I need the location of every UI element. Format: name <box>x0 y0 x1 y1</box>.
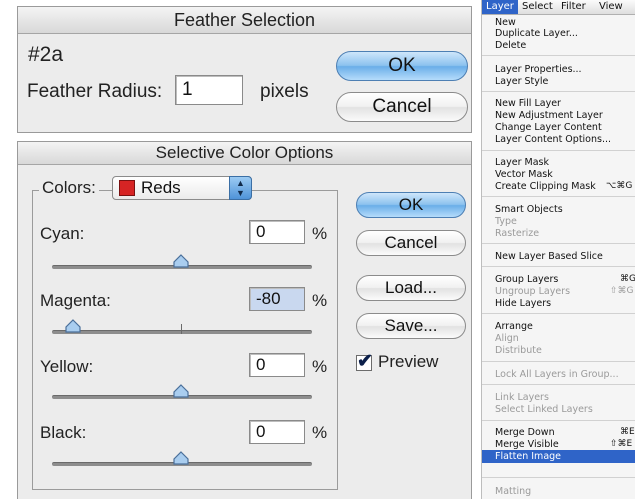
selective-ok-button[interactable]: OK <box>356 192 466 218</box>
menu-item-duplicate-layer[interactable]: Duplicate Layer... <box>495 28 578 39</box>
selective-color-dialog: Selective Color Options Colors: Reds ▲ ▼ … <box>17 141 472 499</box>
magenta-input[interactable]: -80 <box>249 287 305 311</box>
feather-radius-label: Feather Radius: <box>27 81 163 102</box>
feather-radius-input[interactable]: 1 <box>175 75 243 105</box>
menu-item-new-fill-layer[interactable]: New Fill Layer <box>495 98 561 109</box>
menu-item-smart-objects[interactable]: Smart Objects <box>495 204 563 215</box>
menu-item-type[interactable]: Type <box>495 216 517 227</box>
menu-item-new-layer-based-slice[interactable]: New Layer Based Slice <box>495 251 603 262</box>
cyan-input[interactable]: 0 <box>249 220 305 244</box>
menu-item-distribute[interactable]: Distribute <box>495 345 542 356</box>
menu-item-create-clipping-mask[interactable]: Create Clipping Mask <box>495 181 596 192</box>
yellow-label: Yellow: <box>40 357 94 376</box>
menu-item-layer-mask[interactable]: Layer Mask <box>495 157 549 168</box>
yellow-input[interactable]: 0 <box>249 353 305 377</box>
preview-checkbox[interactable]: ✔ <box>356 351 373 372</box>
feather-dialog-title: Feather Selection <box>18 7 471 34</box>
magenta-label: Magenta: <box>40 291 111 310</box>
black-percent: % <box>312 423 328 442</box>
menubar-layer[interactable]: Layer <box>482 0 518 14</box>
menu-separator <box>482 313 635 314</box>
menu-item-vector-mask[interactable]: Vector Mask <box>495 169 553 180</box>
shortcut-merge-visible: ⇧⌘E <box>610 439 633 449</box>
shortcut-ungroup-layers: ⇧⌘G <box>610 286 634 296</box>
color-swatch <box>119 180 135 196</box>
menu-item-delete[interactable]: Delete <box>495 40 526 51</box>
menu-item-layer-content-options[interactable]: Layer Content Options... <box>495 134 611 145</box>
menu-item-new-adjustment-layer[interactable]: New Adjustment Layer <box>495 110 603 121</box>
magenta-slider-track[interactable] <box>52 330 312 334</box>
yellow-slider-thumb[interactable] <box>173 384 189 398</box>
menu-item-layer-properties[interactable]: Layer Properties... <box>495 64 582 75</box>
black-input[interactable]: 0 <box>249 420 305 444</box>
layer-menu: Layer Select Filter View New Duplicate L… <box>481 0 635 499</box>
menu-item-group-layers[interactable]: Group Layers <box>495 274 558 285</box>
menu-separator <box>482 55 635 56</box>
step-label: #2a <box>28 43 64 66</box>
pixels-unit-label: pixels <box>260 81 309 102</box>
menu-separator <box>482 420 635 421</box>
colors-dropdown-value: Reds <box>141 178 181 197</box>
load-button[interactable]: Load... <box>356 275 466 301</box>
menu-item-select-linked-layers[interactable]: Select Linked Layers <box>495 404 593 415</box>
menu-separator <box>482 361 635 362</box>
save-button[interactable]: Save... <box>356 313 466 339</box>
feather-cancel-button[interactable]: Cancel <box>336 92 468 122</box>
shortcut-merge-down: ⌘E <box>620 427 635 437</box>
menu-item-arrange[interactable]: Arrange <box>495 321 533 332</box>
menu-separator <box>482 477 635 478</box>
menu-item-change-layer-content[interactable]: Change Layer Content <box>495 122 602 133</box>
menu-item-rasterize[interactable]: Rasterize <box>495 228 539 239</box>
menu-item-ungroup-layers[interactable]: Ungroup Layers <box>495 286 570 297</box>
dropdown-arrows-icon: ▲ ▼ <box>229 176 252 200</box>
menu-separator <box>482 150 635 151</box>
magenta-percent: % <box>312 291 328 310</box>
menubar-view[interactable]: View <box>599 1 623 12</box>
black-slider-thumb[interactable] <box>173 451 189 465</box>
menu-item-align[interactable]: Align <box>495 333 519 344</box>
menubar-select[interactable]: Select <box>522 1 553 12</box>
menu-item-lock-all-layers[interactable]: Lock All Layers in Group... <box>495 369 619 380</box>
menu-item-link-layers[interactable]: Link Layers <box>495 392 549 403</box>
selective-dialog-title: Selective Color Options <box>18 142 471 165</box>
menu-item-matting[interactable]: Matting <box>495 486 531 497</box>
cyan-percent: % <box>312 224 328 243</box>
menu-item-flatten-image[interactable]: Flatten Image <box>495 451 561 462</box>
colors-dropdown[interactable]: Reds ▲ ▼ <box>112 176 252 200</box>
menubar: Layer Select Filter View <box>482 0 635 15</box>
feather-selection-dialog: Feather Selection #2a Feather Radius: 1 … <box>17 6 472 133</box>
menubar-filter[interactable]: Filter <box>561 1 586 12</box>
shortcut-create-clipping-mask: ⌥⌘G <box>606 181 633 191</box>
preview-label: Preview <box>378 352 439 371</box>
menu-separator <box>482 196 635 197</box>
feather-ok-button[interactable]: OK <box>336 51 468 81</box>
selective-cancel-button[interactable]: Cancel <box>356 230 466 256</box>
checkmark-icon: ✔ <box>357 351 373 372</box>
cyan-label: Cyan: <box>40 224 85 243</box>
black-label: Black: <box>40 423 87 442</box>
shortcut-group-layers: ⌘G <box>620 274 635 284</box>
magenta-center-tick <box>181 324 182 334</box>
menu-item-hide-layers[interactable]: Hide Layers <box>495 298 551 309</box>
menu-item-merge-down[interactable]: Merge Down <box>495 427 555 438</box>
yellow-percent: % <box>312 357 328 376</box>
menu-item-layer-style[interactable]: Layer Style <box>495 76 548 87</box>
menu-separator <box>482 384 635 385</box>
menu-separator <box>482 243 635 244</box>
colors-label: Colors: <box>39 178 99 198</box>
magenta-slider-thumb[interactable] <box>65 319 81 333</box>
menu-separator <box>482 266 635 267</box>
menu-item-new[interactable]: New <box>495 17 516 28</box>
menu-item-merge-visible[interactable]: Merge Visible <box>495 439 559 450</box>
menu-separator <box>482 91 635 92</box>
cyan-slider-thumb[interactable] <box>173 254 189 268</box>
